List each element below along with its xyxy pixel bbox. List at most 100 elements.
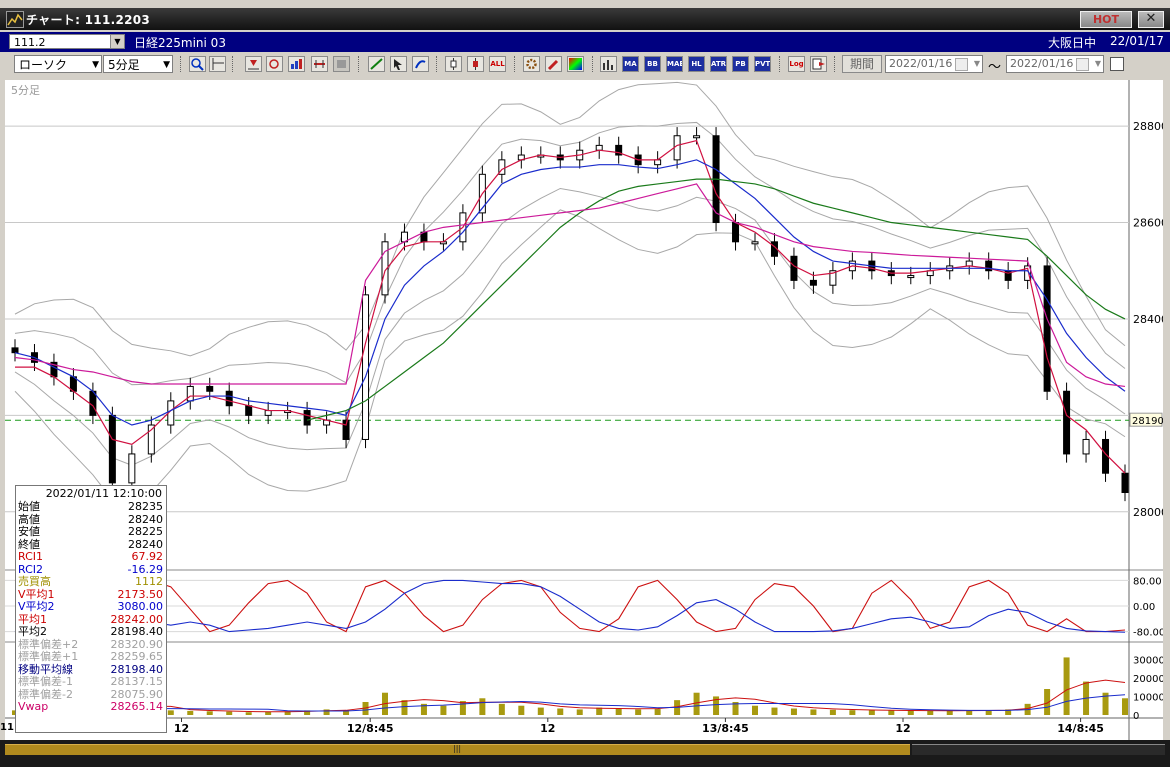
- window-title: チャート: 111.2203: [26, 13, 151, 27]
- time-axis-label: 12: [174, 722, 189, 735]
- date-to-value: 2022/01/16: [1010, 57, 1074, 70]
- volume-bar: [888, 710, 895, 715]
- info-value: 28259.65: [110, 650, 164, 663]
- info-label: 標準偏差-1: [18, 675, 73, 688]
- volume-bar: [810, 709, 817, 715]
- volume-bar: [440, 705, 447, 715]
- osc-axis-label: -80.00: [1133, 628, 1163, 639]
- all-button[interactable]: ALL: [489, 56, 506, 72]
- info-value: 28137.15: [110, 675, 164, 688]
- chevron-down-icon[interactable]: ▼: [974, 56, 980, 72]
- candle-body: [1063, 390, 1071, 455]
- interval-select[interactable]: 5分足 ▼: [103, 55, 173, 73]
- trendline-icon[interactable]: [368, 56, 385, 72]
- volume-bar: [849, 710, 856, 715]
- info-label: V平均2: [18, 600, 55, 613]
- candle-body: [790, 255, 798, 281]
- grip-icon: |||: [453, 744, 462, 753]
- log-button[interactable]: Log: [788, 56, 805, 72]
- period-checkbox[interactable]: [1110, 57, 1124, 71]
- toolbar-separator: [232, 56, 235, 72]
- candle-body: [673, 135, 681, 161]
- candle-body: [245, 405, 253, 416]
- volume-bar: [518, 705, 525, 715]
- time-axis-label: 12: [895, 722, 910, 735]
- close-button[interactable]: ✕: [1138, 11, 1164, 28]
- volume-bar: [790, 708, 797, 715]
- time-axis-label: 12: [540, 722, 555, 735]
- volume-bar: [771, 707, 778, 715]
- pb-button[interactable]: PB: [732, 56, 749, 72]
- color-palette-icon[interactable]: [567, 56, 584, 72]
- date-to-field[interactable]: 2022/01/16 ▼: [1006, 55, 1104, 73]
- interval-label: 5分足: [11, 84, 40, 97]
- title-bar: チャート: 111.2203 HOT ✕: [0, 8, 1170, 30]
- candle-body: [907, 275, 915, 279]
- volume-icon[interactable]: [600, 56, 617, 72]
- candle-body: [264, 410, 272, 416]
- interval-value: 5分足: [108, 58, 140, 72]
- volume-bar: [946, 710, 953, 715]
- export-icon[interactable]: [810, 56, 827, 72]
- volume-bar: [557, 708, 564, 715]
- candle-body: [89, 390, 97, 416]
- volume-bar: [401, 700, 408, 715]
- cursor-icon[interactable]: [390, 56, 407, 72]
- candle-body: [751, 241, 759, 245]
- toolbar-separator: [779, 56, 782, 72]
- osc-axis-label: 0.00: [1133, 602, 1155, 613]
- chart-icon[interactable]: [288, 56, 305, 72]
- calendar-icon[interactable]: [1076, 58, 1089, 71]
- ma-button[interactable]: MA: [622, 56, 639, 72]
- info-label: 安値: [18, 525, 40, 538]
- atr-button[interactable]: ATR: [710, 56, 727, 72]
- candle-icon[interactable]: [445, 56, 462, 72]
- info-label: 平均2: [18, 625, 47, 638]
- chevron-down-icon[interactable]: ▼: [110, 35, 124, 48]
- rci1-line: [14, 579, 1126, 636]
- candle-body: [206, 385, 214, 392]
- zoom-icon[interactable]: [189, 56, 206, 72]
- settings-icon[interactable]: [523, 56, 540, 72]
- mae-button[interactable]: MAE: [666, 56, 683, 72]
- download-icon[interactable]: [245, 56, 262, 72]
- hot-button[interactable]: HOT: [1080, 11, 1132, 28]
- chart-app-icon: [6, 11, 24, 28]
- band-lower: [14, 209, 1126, 507]
- price-chart[interactable]: 28800 28600 28400 28000 28190 5分足 80.00 0.00 -80…: [5, 80, 1168, 740]
- candle-red-icon[interactable]: [467, 56, 484, 72]
- chevron-down-icon[interactable]: ▼: [1095, 56, 1101, 72]
- crosshair-icon[interactable]: [209, 56, 226, 72]
- scroll-bar[interactable]: |||: [0, 740, 1170, 767]
- wrench-icon[interactable]: [545, 56, 562, 72]
- info-row: 標準偏差+1 28259.65: [16, 650, 166, 664]
- bb-button[interactable]: BB: [644, 56, 661, 72]
- info-value: 3080.00: [117, 600, 164, 613]
- hl-button[interactable]: HL: [688, 56, 705, 72]
- scroll-track[interactable]: [912, 744, 1165, 755]
- info-datetime: 2022/01/11 12:10:00: [45, 487, 162, 500]
- product-bar: 111.2 ▼ 日経225mini 03 大阪日中 22/01/17: [0, 32, 1170, 52]
- vwap-line: [14, 183, 1126, 388]
- time-axis-label: 12/8:45: [347, 722, 394, 735]
- date-from-field[interactable]: 2022/01/16 ▼: [885, 55, 983, 73]
- candle-body: [11, 347, 19, 354]
- volume-ma1-line: [14, 679, 1126, 713]
- time-axis-label: 14/8:45: [1057, 722, 1104, 735]
- pvt-button[interactable]: PVT: [754, 56, 771, 72]
- volume-bar: [693, 692, 700, 715]
- info-value: 28225: [128, 525, 163, 538]
- code-select[interactable]: 111.2 ▼: [9, 34, 125, 49]
- chart-area[interactable]: 28800 28600 28400 28000 28190 5分足 80.00 0.00 -80…: [5, 80, 1168, 740]
- period-button[interactable]: 期間: [842, 55, 882, 73]
- candle-body: [1043, 265, 1051, 392]
- calendar-icon[interactable]: [955, 58, 968, 71]
- range-icon[interactable]: [311, 56, 328, 72]
- info-rows: 始値 28235 高値 28240 安値 28225 終値 28240 RCI1 67.92 RCI…: [16, 500, 166, 714]
- volume-bar: [265, 711, 272, 715]
- magnify-icon[interactable]: [266, 56, 283, 72]
- volume-bar: [635, 709, 642, 715]
- chart-type-select[interactable]: ローソク ▼: [14, 55, 102, 73]
- arrow-icon[interactable]: [412, 56, 429, 72]
- chevron-down-icon: ▼: [163, 60, 170, 70]
